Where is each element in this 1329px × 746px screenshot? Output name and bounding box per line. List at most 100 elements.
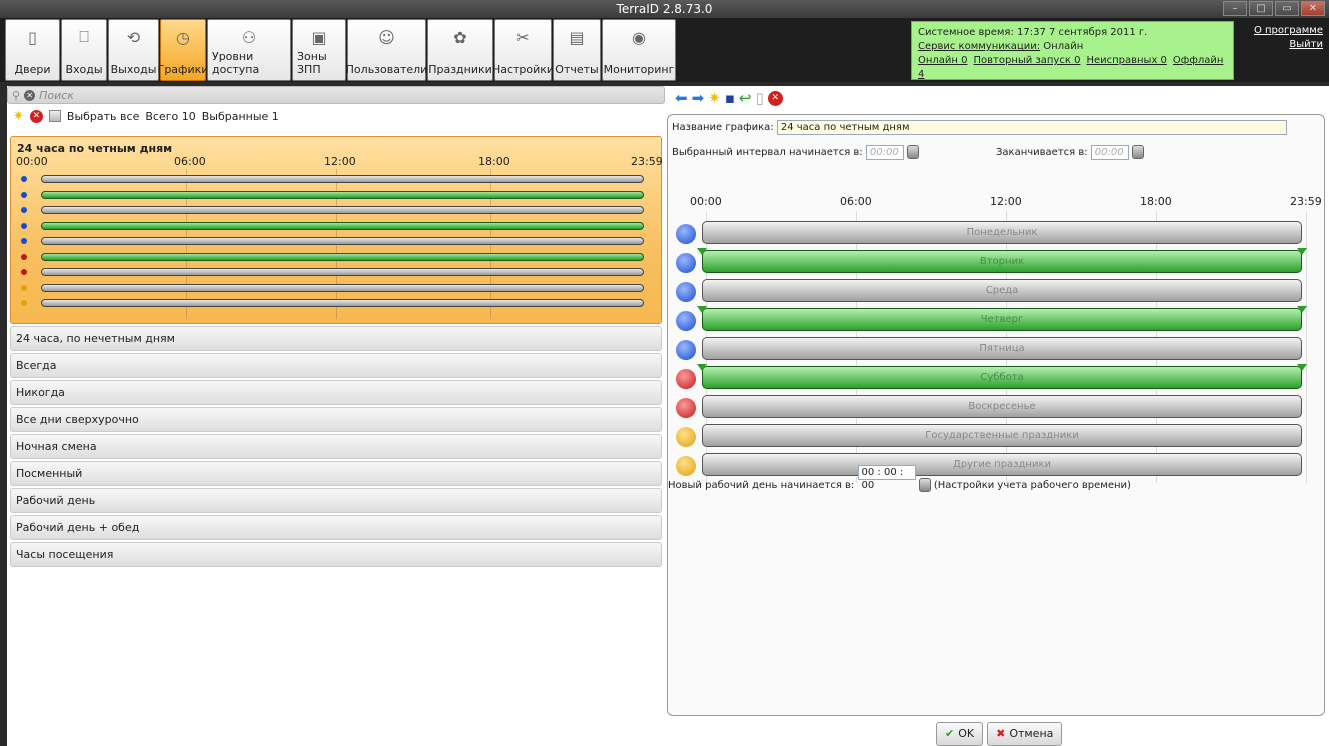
- interval-handle-icon[interactable]: [1297, 248, 1307, 255]
- selected-schedule-item[interactable]: 24 часа по четным дням 00:00 06:00 12:00 18…: [10, 136, 663, 324]
- copy-icon[interactable]: ▯: [755, 89, 763, 107]
- undo-icon[interactable]: ↩: [739, 89, 752, 107]
- delete-icon[interactable]: ✕: [29, 109, 43, 123]
- new-icon[interactable]: ✷: [708, 89, 721, 107]
- day-type-icon[interactable]: [676, 369, 696, 389]
- day-timeline-bar[interactable]: Понедельник: [702, 221, 1302, 244]
- toolbar-button-4[interactable]: ⚇ Уровни доступа: [207, 19, 291, 81]
- day-type-icon[interactable]: [676, 340, 696, 360]
- day-type-icon[interactable]: [676, 282, 696, 302]
- clear-search-icon[interactable]: ✕: [24, 89, 36, 101]
- mini-day-bar: [41, 237, 644, 245]
- interval-end-stepper[interactable]: [1131, 145, 1144, 159]
- interval-end-label: Заканчивается в:: [996, 147, 1088, 158]
- schedule-list-item[interactable]: Часы посещения: [10, 542, 662, 567]
- toolbar-button-6[interactable]: ☺ Пользователи: [345, 19, 428, 81]
- new-schedule-icon[interactable]: ✷: [13, 109, 24, 124]
- save-icon[interactable]: ▪: [725, 89, 735, 107]
- status-panel: Системное время: 17:37 7 сентября 2011 г…: [911, 21, 1234, 80]
- workday-start-stepper[interactable]: [918, 478, 931, 492]
- restart-count-link[interactable]: Повторный запуск 0: [974, 55, 1081, 66]
- toolbar-label: Пользователи: [345, 63, 428, 76]
- select-all-label[interactable]: Выбрать все: [67, 110, 139, 123]
- toolbar-label: Отчеты: [555, 63, 599, 76]
- timeline-tick-label: 18:00: [1140, 195, 1172, 208]
- mini-day-bar: [41, 206, 644, 214]
- schedule-list-item[interactable]: Рабочий день + обед: [10, 515, 662, 540]
- toolbar-label: Выходы: [110, 63, 157, 76]
- schedule-list-panel: ⚲ ✕ Поиск ✷ ✕ Выбрать все Всего 10 Выбра…: [7, 86, 665, 746]
- minimize-button[interactable]: –: [1223, 1, 1247, 16]
- interval-handle-icon[interactable]: [697, 248, 707, 255]
- toolbar-button-7[interactable]: ✿ Праздники: [427, 19, 493, 81]
- interval-handle-icon[interactable]: [1297, 364, 1307, 371]
- toolbar-label: Двери: [14, 63, 51, 76]
- day-timeline-bar[interactable]: Вторник: [702, 250, 1302, 273]
- toolbar-button-0[interactable]: ▯ Двери: [5, 19, 60, 81]
- holidays-icon: ✿: [453, 27, 467, 47]
- maximize-button[interactable]: ▭: [1275, 1, 1299, 16]
- online-count-link[interactable]: Онлайн 0: [918, 55, 968, 66]
- schedule-list-item[interactable]: Никогда: [10, 380, 662, 405]
- comm-service-link[interactable]: Сервис коммуникации:: [918, 41, 1040, 52]
- select-all-checkbox[interactable]: [48, 110, 61, 122]
- about-link[interactable]: О программе: [1254, 24, 1323, 38]
- toolbar-button-1[interactable]: ⎕ Входы: [61, 19, 107, 81]
- schedule-list-item[interactable]: Посменный: [10, 461, 662, 486]
- interval-handle-icon[interactable]: [697, 306, 707, 313]
- delete-icon[interactable]: ✕: [767, 90, 783, 106]
- toolbar-label: Настройки: [491, 63, 555, 76]
- comm-service-status: Онлайн: [1043, 41, 1084, 52]
- entrance-icon: ⎕: [79, 27, 89, 46]
- settings-icon: ✂: [516, 27, 530, 47]
- interval-end-input[interactable]: 00:00: [1090, 145, 1129, 160]
- schedule-list-item[interactable]: 24 часа, по нечетным дням: [10, 326, 662, 351]
- schedule-list-item[interactable]: Рабочий день: [10, 488, 662, 513]
- day-type-dot: [21, 176, 27, 182]
- exit-icon: ⟲: [126, 27, 141, 47]
- day-timeline-bar[interactable]: Четверг: [702, 308, 1302, 331]
- day-type-icon[interactable]: [676, 253, 696, 273]
- cancel-button[interactable]: ✖ Отмена: [987, 722, 1063, 746]
- toolbar-button-3[interactable]: ◷ Графики: [158, 19, 208, 81]
- day-type-icon[interactable]: [676, 398, 696, 418]
- interval-start-stepper[interactable]: [907, 145, 920, 159]
- toolbar-button-9[interactable]: ▤ Отчеты: [553, 19, 601, 81]
- day-timeline-bar[interactable]: Среда: [702, 279, 1302, 302]
- day-type-icon[interactable]: [676, 224, 696, 244]
- search-input[interactable]: ⚲ ✕ Поиск: [7, 86, 665, 104]
- forward-arrow-icon[interactable]: ➡: [692, 89, 705, 107]
- schedule-name-input[interactable]: 24 часа по четным дням: [776, 120, 1287, 135]
- toolbar-button-8[interactable]: ✂ Настройки: [491, 19, 555, 81]
- interval-start-input[interactable]: 00:00: [865, 145, 904, 160]
- day-timeline-bar[interactable]: Воскресенье: [702, 395, 1302, 418]
- schedule-list-item[interactable]: Ночная смена: [10, 434, 662, 459]
- zones-icon: ▣: [311, 27, 327, 47]
- interval-handle-icon[interactable]: [1297, 306, 1307, 313]
- faulty-count-link[interactable]: Неисправных 0: [1086, 55, 1166, 66]
- day-type-icon[interactable]: [676, 311, 696, 331]
- toolbar-button-10[interactable]: ◉ Мониторинг: [602, 19, 676, 81]
- toolbar-button-5[interactable]: ▣ Зоны ЗПП: [292, 19, 346, 81]
- ok-button[interactable]: ✔ OK: [936, 722, 984, 746]
- day-timeline-bar[interactable]: Государственные праздники: [702, 424, 1302, 447]
- workday-start-input[interactable]: 00 : 00 : 00: [857, 465, 916, 491]
- day-timeline-bar[interactable]: Суббота: [702, 366, 1302, 389]
- day-type-dot: [21, 284, 27, 291]
- toolbar-button-2[interactable]: ⟲ Выходы: [108, 19, 159, 81]
- timeline-tick-label: 23:59: [1290, 195, 1322, 208]
- back-arrow-icon[interactable]: ⬅: [675, 89, 688, 107]
- day-type-icon[interactable]: [676, 427, 696, 447]
- close-button[interactable]: ✕: [1301, 1, 1325, 16]
- toolbar-label: Зоны ЗПП: [297, 50, 327, 76]
- day-timeline-bar[interactable]: Пятница: [702, 337, 1302, 360]
- mini-day-bar: [41, 252, 644, 261]
- toolbar-label: Входы: [65, 63, 103, 76]
- search-icon: ⚲: [12, 88, 21, 102]
- restore-button[interactable]: □: [1249, 1, 1273, 16]
- schedule-list-item[interactable]: Всегда: [10, 353, 662, 378]
- workday-note: (Настройки учета рабочего времени): [933, 480, 1131, 491]
- interval-handle-icon[interactable]: [697, 364, 707, 371]
- logout-link[interactable]: Выйти: [1254, 38, 1323, 52]
- schedule-list-item[interactable]: Все дни сверхурочно: [10, 407, 662, 432]
